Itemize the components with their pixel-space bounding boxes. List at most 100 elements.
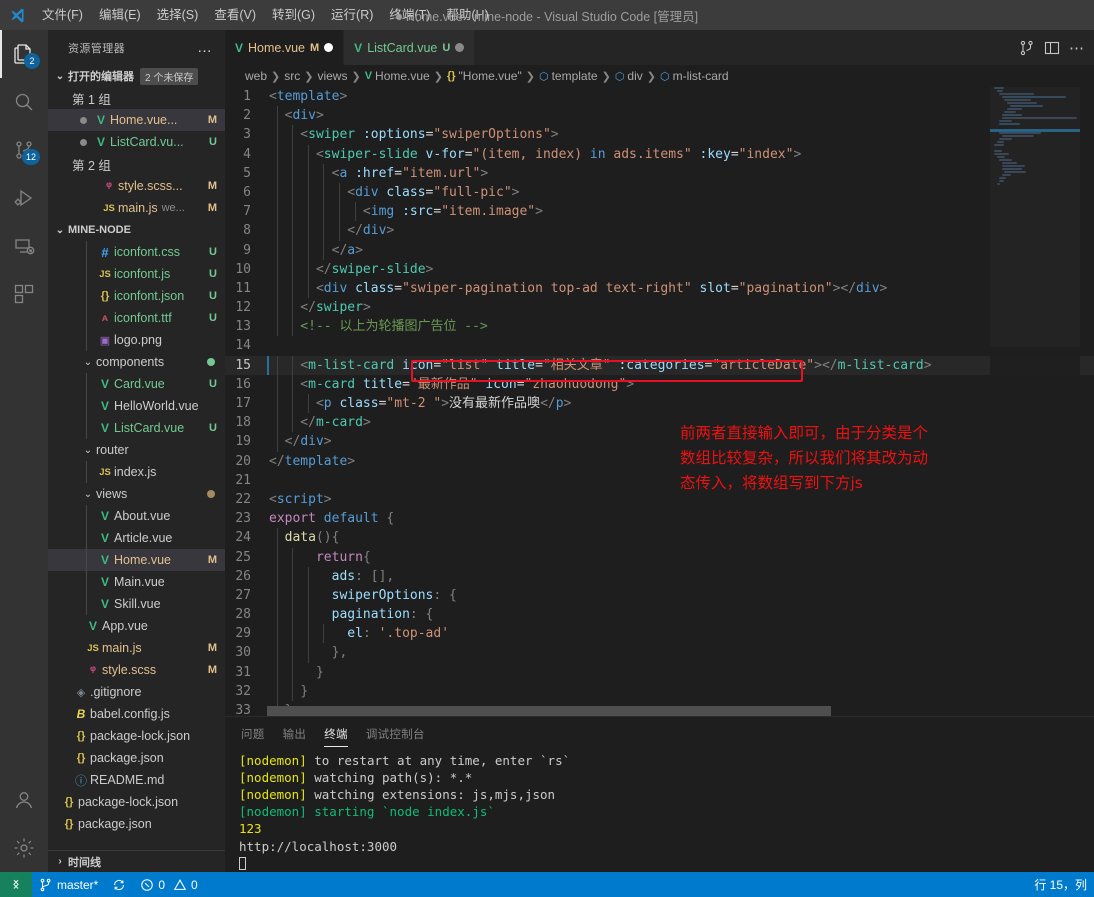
code-line-6[interactable]: 6 <div class="full-pic"> [225,182,1094,203]
minimap[interactable] [990,87,1080,716]
menu-run[interactable]: 运行(R) [323,3,381,27]
activity-search-icon[interactable] [0,78,48,126]
code-line-14[interactable]: 14 [225,336,1094,355]
section-open-editors[interactable]: ⌄ 打开的编辑器 2 个未保存 [48,65,225,87]
tab-listcard-vue[interactable]: V ListCard.vue U [344,30,476,65]
open-editor-listcard-vue[interactable]: V ListCard.vu... U [48,131,225,153]
layout-panel-icon[interactable] [1044,40,1060,56]
code-line-15[interactable]: 15 <m-list-card icon="list" title="相关文章"… [225,355,1094,376]
code-line-11[interactable]: 11 <div class="swiper-pagination top-ad … [225,278,1094,299]
tree-item-index.js[interactable]: JS index.js [48,461,225,483]
breadcrumb-m-list-card[interactable]: ⬡ m-list-card [660,69,729,83]
status-branch[interactable]: master* [32,872,105,897]
code-line-29[interactable]: 29 el: '.top-ad' [225,624,1094,644]
tree-item-main.vue[interactable]: V Main.vue [48,571,225,593]
status-sync[interactable] [105,872,133,897]
editor-horizontal-scrollbar[interactable] [267,705,990,716]
tree-item-article.vue[interactable]: V Article.vue [48,527,225,549]
code-line-10[interactable]: 10 </swiper-slide> [225,259,1094,279]
editor-more-actions-icon[interactable]: ⋯ [1069,39,1085,57]
code-line-8[interactable]: 8 </div> [225,221,1094,241]
terminal-output[interactable]: [nodemon] to restart at any time, enter … [225,752,1094,872]
code-line-19[interactable]: 19 </div> [225,432,1094,452]
menu-edit[interactable]: 编辑(E) [91,3,149,27]
tree-item-router[interactable]: ⌄ router [48,439,225,461]
breadcrumb-template[interactable]: ⬡ template [539,69,598,83]
code-line-22[interactable]: 22 <script> [225,490,1094,509]
code-line-4[interactable]: 4 <swiper-slide v-for="(item, index) in … [225,144,1094,164]
menu-selection[interactable]: 选择(S) [149,3,207,27]
tree-item-style.scss[interactable]: ᵠ style.scss M [48,659,225,681]
tree-item-package.json[interactable]: {} package.json [48,813,225,835]
code-line-32[interactable]: 32 } [225,681,1094,701]
activity-extensions-icon[interactable] [0,270,48,318]
code-lines[interactable]: 1 <template> 2 <div> 3 <swiper :options="sw… [225,87,1094,716]
code-line-24[interactable]: 24 data(){ [225,528,1094,548]
tree-item-iconfont.json[interactable]: {} iconfont.json U [48,285,225,307]
code-line-17[interactable]: 17 <p class="mt-2 ">没有最新作品噢</p> [225,394,1094,414]
tree-item-package.json[interactable]: {} package.json [48,747,225,769]
tab-dirty-dot-icon[interactable] [324,43,334,52]
tree-item-package-lock.json[interactable]: {} package-lock.json [48,791,225,813]
tree-item-logo.png[interactable]: ▣ logo.png [48,329,225,351]
tab-terminal[interactable]: 终端 [324,717,348,752]
status-problems[interactable]: 0 0 [133,872,204,897]
menu-bar[interactable]: 文件(F) 编辑(E) 选择(S) 查看(V) 转到(G) 运行(R) 终端(T… [34,3,497,27]
tree-item-card.vue[interactable]: V Card.vue U [48,373,225,395]
code-line-16[interactable]: 16 <m-card title="最新作品" icon="zhaohuodon… [225,374,1094,394]
code-line-27[interactable]: 27 swiperOptions: { [225,585,1094,606]
tree-item-babel.config.js[interactable]: Bbabel.config.js [48,703,225,725]
menu-terminal[interactable]: 终端(T) [381,3,438,27]
code-line-30[interactable]: 30 }, [225,643,1094,663]
menu-help[interactable]: 帮助(H) [438,3,496,27]
code-line-3[interactable]: 3 <swiper :options="swiperOptions"> [225,125,1094,145]
tree-item-iconfont.ttf[interactable]: ᴀ iconfont.ttf U [48,307,225,329]
activity-explorer-icon[interactable]: 2 [0,30,48,78]
code-line-13[interactable]: 13 <!-- 以上为轮播图广告位 --> [225,317,1094,337]
tree-item-components[interactable]: ⌄ components [48,351,225,373]
breadcrumb-views[interactable]: views [317,69,347,83]
tree-item-.gitignore[interactable]: ◈ .gitignore [48,681,225,703]
code-line-1[interactable]: 1 <template> [225,87,1094,106]
code-line-9[interactable]: 9 </a> [225,240,1094,260]
open-editors-group-1[interactable]: 第 1 组 [48,87,225,109]
menu-file[interactable]: 文件(F) [34,3,91,27]
scrollbar-thumb[interactable] [267,705,831,716]
code-line-28[interactable]: 28 pagination: { [225,605,1094,625]
tree-item-about.vue[interactable]: V About.vue [48,505,225,527]
activity-source-control-icon[interactable]: 12 [0,126,48,174]
menu-go[interactable]: 转到(G) [264,3,323,27]
breadcrumb-symbol-file[interactable]: {} "Home.vue" [447,69,522,83]
unsaved-dot-icon[interactable] [74,116,92,124]
tab-home-vue[interactable]: V Home.vue M [225,30,345,65]
tab-dirty-dot-icon[interactable] [455,43,465,52]
tree-item-skill.vue[interactable]: V Skill.vue [48,593,225,615]
code-line-25[interactable]: 25 return{ [225,547,1094,567]
breadcrumb-src[interactable]: src [284,69,300,83]
unsaved-dot-icon[interactable] [74,138,92,146]
code-line-2[interactable]: 2 <div> [225,106,1094,126]
section-project-root[interactable]: ⌄ MINE-NODE [48,219,225,241]
minimap-slider[interactable] [990,87,1080,347]
tree-item-package-lock.json[interactable]: {} package-lock.json [48,725,225,747]
tree-item-iconfont.js[interactable]: JS iconfont.js U [48,263,225,285]
breadcrumb-home-vue[interactable]: V Home.vue [365,69,430,83]
code-line-18[interactable]: 18 </m-card> [225,413,1094,433]
menu-view[interactable]: 查看(V) [206,3,264,27]
sidebar-more-actions-icon[interactable]: … [197,39,217,56]
tab-problems[interactable]: 问题 [241,717,265,752]
tree-item-iconfont.css[interactable]: # iconfont.css U [48,241,225,263]
split-editor-icon[interactable] [1019,40,1035,56]
code-editor[interactable]: 1 <template> 2 <div> 3 <swiper :options="sw… [225,87,1094,716]
open-editor-main-js[interactable]: JS main.js we... M [48,197,225,219]
open-editor-home-vue[interactable]: V Home.vue... M [48,109,225,131]
tab-output[interactable]: 输出 [283,717,307,752]
activity-settings-gear-icon[interactable] [0,824,48,872]
tree-item-main.js[interactable]: JS main.js M [48,637,225,659]
tree-item-home.vue[interactable]: V Home.vue M [48,549,225,571]
tree-item-listcard.vue[interactable]: V ListCard.vue U [48,417,225,439]
code-line-12[interactable]: 12 </swiper> [225,298,1094,318]
tree-item-app.vue[interactable]: V App.vue [48,615,225,637]
activity-run-debug-icon[interactable] [0,174,48,222]
code-line-31[interactable]: 31 } [225,662,1094,682]
